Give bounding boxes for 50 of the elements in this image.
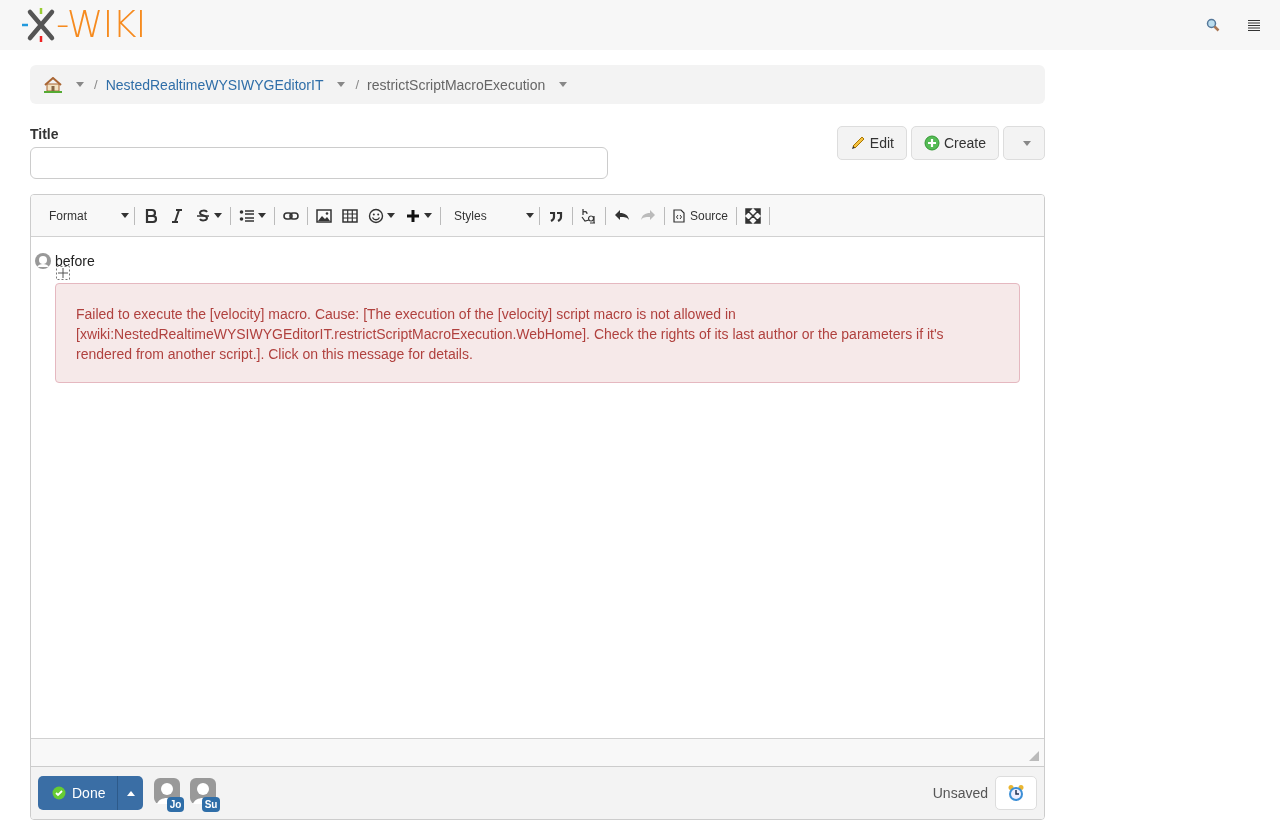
search-icon[interactable] [1206, 18, 1220, 32]
create-button[interactable]: Create [910, 126, 999, 160]
caret-up-icon [126, 790, 135, 796]
menu-icon[interactable] [1248, 19, 1260, 31]
home-icon[interactable] [44, 76, 62, 93]
source-button[interactable]: Source [668, 202, 734, 229]
caret-icon [526, 213, 534, 218]
resize-handle-icon[interactable] [1029, 751, 1039, 761]
caret-icon [258, 213, 266, 218]
paragraph-text: before [55, 253, 95, 269]
title-label: Title [30, 126, 60, 142]
maximize-icon [745, 207, 762, 224]
caret-icon [214, 213, 222, 218]
image-icon [316, 207, 332, 224]
check-circle-icon [52, 786, 66, 800]
bold-icon [143, 207, 159, 224]
smiley-icon [368, 207, 384, 224]
plus-circle-icon [923, 135, 940, 151]
dropdown-caret-icon[interactable] [559, 82, 568, 87]
breadcrumb-link[interactable]: NestedRealtimeWYSIWYGEditorIT [105, 76, 324, 93]
strikethrough-icon [195, 207, 211, 224]
table-icon [342, 207, 358, 224]
done-button[interactable]: Done [38, 776, 119, 810]
breadcrumb-separator: / [94, 77, 98, 92]
caret-icon [1023, 140, 1031, 146]
alarm-clock-icon [1007, 784, 1025, 802]
plus-icon [405, 207, 421, 224]
dropdown-caret-icon[interactable] [337, 82, 346, 87]
caret-icon [387, 213, 395, 218]
toolbar-dropdown[interactable]: Format [39, 202, 131, 229]
find-replace-icon [581, 207, 597, 224]
error-message-text: Failed to execute the [velocity] macro. Cause: [The execution of the [velocity] script macro is not allowed in [xwiki:NestedRealtimeWYSIWYGEditorIT.restrictScriptMacroExecution.WebHome]. Check the rights of its last author or the parameters if it's rendered from another script.]. Click on this message for details. [76, 306, 944, 362]
move-handle-icon[interactable] [56, 266, 70, 280]
toolbar-dropdown[interactable]: Styles [444, 202, 536, 229]
code-file-icon [673, 208, 685, 223]
pencil-icon [849, 135, 866, 151]
user-avatar-icon [35, 253, 51, 269]
breadcrumb-separator: / [355, 77, 360, 92]
caret-icon [424, 213, 432, 218]
done-options-button[interactable] [118, 776, 144, 810]
italic-icon [169, 207, 185, 224]
save-status-text: Unsaved [932, 785, 988, 801]
edit-button[interactable]: Edit [836, 126, 907, 160]
error-message-box[interactable] [55, 283, 1020, 383]
caret-icon [121, 213, 129, 218]
title-input-field[interactable] [30, 147, 608, 179]
autosave-button[interactable] [995, 776, 1037, 810]
dropdown-caret-icon[interactable] [76, 82, 84, 87]
bulleted-list-icon [239, 207, 255, 224]
breadcrumb-current[interactable]: restrictScriptMacroExecution [367, 76, 546, 93]
